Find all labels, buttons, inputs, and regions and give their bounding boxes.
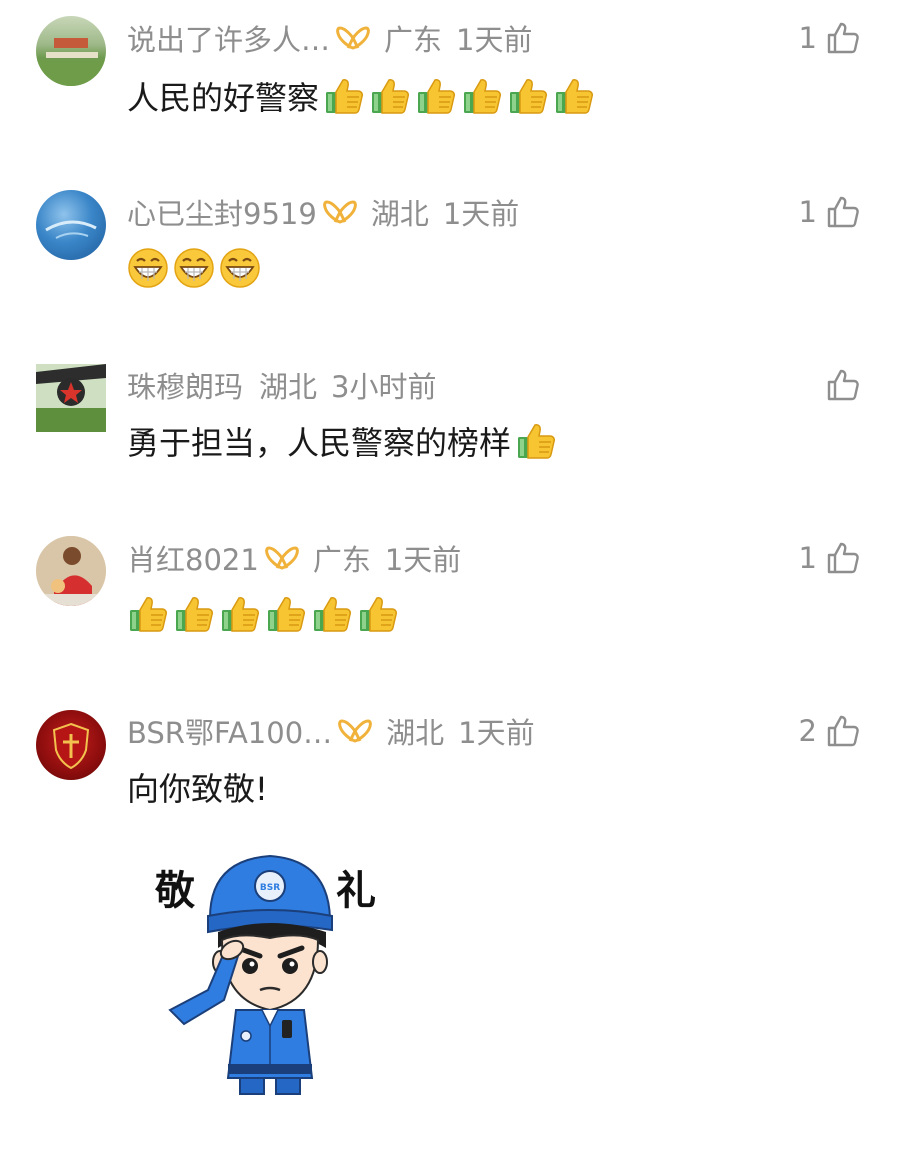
like-count: 1 bbox=[798, 21, 817, 55]
comment-body: 勇于担当，人民警察的榜样 bbox=[127, 424, 512, 462]
comment-body: 向你致敬! bbox=[127, 770, 268, 808]
thumbs-up-emoji-icon bbox=[219, 593, 261, 635]
fan-badge-icon bbox=[323, 198, 357, 226]
thumbs-up-emoji-icon bbox=[323, 75, 365, 117]
fan-badge-icon bbox=[338, 717, 372, 745]
timestamp: 1天前 bbox=[456, 23, 533, 57]
username[interactable]: 说出了许多人… bbox=[127, 17, 330, 59]
fan-badge-icon bbox=[265, 544, 299, 572]
fan-badge-icon bbox=[336, 24, 370, 52]
location: 湖北 bbox=[386, 716, 445, 750]
thumbs-up-emoji-icon bbox=[127, 593, 169, 635]
like-button[interactable]: 1 bbox=[799, 18, 861, 58]
thumbs-up-emoji-icon bbox=[553, 75, 595, 117]
comment-meta: 心已尘封9519 湖北 1天前 bbox=[127, 192, 519, 232]
thumbs-up-emoji-icon bbox=[357, 593, 399, 635]
timestamp: 1天前 bbox=[458, 716, 535, 750]
comment-text: 勇于担当，人民警察的榜样 bbox=[127, 419, 557, 463]
emoji-row bbox=[515, 420, 557, 462]
like-button[interactable] bbox=[817, 365, 861, 405]
landscape-avatar[interactable] bbox=[36, 16, 106, 86]
police-officer-illustration: BSR bbox=[168, 854, 333, 1095]
comment-text bbox=[127, 246, 261, 290]
timestamp: 1天前 bbox=[384, 543, 462, 577]
red-badge-avatar[interactable] bbox=[36, 710, 106, 780]
comment-text: 向你致敬! bbox=[127, 765, 268, 809]
username[interactable]: BSR鄂FA100… bbox=[127, 710, 332, 752]
salute-sticker[interactable]: 敬 礼 BSR bbox=[150, 840, 390, 1100]
thumbs-up-icon bbox=[825, 367, 861, 403]
username[interactable]: 肖红8021 bbox=[127, 537, 259, 579]
comment-meta: 说出了许多人… 广东 1天前 bbox=[127, 18, 532, 58]
thumbs-up-icon bbox=[825, 20, 861, 56]
emoji-row bbox=[127, 247, 261, 289]
comment-meta: 珠穆朗玛 湖北 3小时前 bbox=[127, 365, 436, 405]
thumbs-up-emoji-icon bbox=[173, 593, 215, 635]
location: 广东 bbox=[312, 543, 371, 577]
comment-text bbox=[127, 592, 399, 636]
like-count: 1 bbox=[798, 541, 817, 575]
person-avatar[interactable] bbox=[36, 536, 106, 606]
blue-avatar[interactable] bbox=[36, 190, 106, 260]
timestamp: 3小时前 bbox=[331, 370, 437, 404]
thumbs-up-emoji-icon bbox=[415, 75, 457, 117]
like-button[interactable]: 2 bbox=[799, 711, 861, 751]
thumbs-up-icon bbox=[825, 713, 861, 749]
thumbs-up-icon bbox=[825, 540, 861, 576]
thumbs-up-icon bbox=[825, 194, 861, 230]
grin-emoji-icon bbox=[173, 247, 215, 289]
comment-text: 人民的好警察 bbox=[127, 74, 595, 118]
emoji-row bbox=[127, 593, 399, 635]
like-button[interactable]: 1 bbox=[799, 538, 861, 578]
star-avatar[interactable] bbox=[36, 364, 106, 432]
cap-badge-text: BSR bbox=[260, 883, 280, 893]
location: 湖北 bbox=[259, 370, 318, 404]
thumbs-up-emoji-icon bbox=[265, 593, 307, 635]
timestamp: 1天前 bbox=[442, 197, 520, 231]
thumbs-up-emoji-icon bbox=[369, 75, 411, 117]
thumbs-up-emoji-icon bbox=[507, 75, 549, 117]
like-count: 2 bbox=[798, 714, 817, 748]
username[interactable]: 心已尘封9519 bbox=[127, 191, 317, 233]
grin-emoji-icon bbox=[127, 247, 169, 289]
thumbs-up-emoji-icon bbox=[461, 75, 503, 117]
comment-meta: 肖红8021 广东 1天前 bbox=[127, 538, 461, 578]
like-count: 1 bbox=[798, 195, 817, 229]
comment-meta: BSR鄂FA100… 湖北 1天前 bbox=[127, 711, 535, 751]
comment-body: 人民的好警察 bbox=[127, 79, 320, 117]
location: 广东 bbox=[384, 23, 443, 57]
emoji-row bbox=[323, 75, 595, 117]
username[interactable]: 珠穆朗玛 bbox=[127, 364, 243, 406]
thumbs-up-emoji-icon bbox=[515, 420, 557, 462]
like-button[interactable]: 1 bbox=[799, 192, 861, 232]
thumbs-up-emoji-icon bbox=[311, 593, 353, 635]
grin-emoji-icon bbox=[219, 247, 261, 289]
location: 湖北 bbox=[370, 197, 429, 231]
